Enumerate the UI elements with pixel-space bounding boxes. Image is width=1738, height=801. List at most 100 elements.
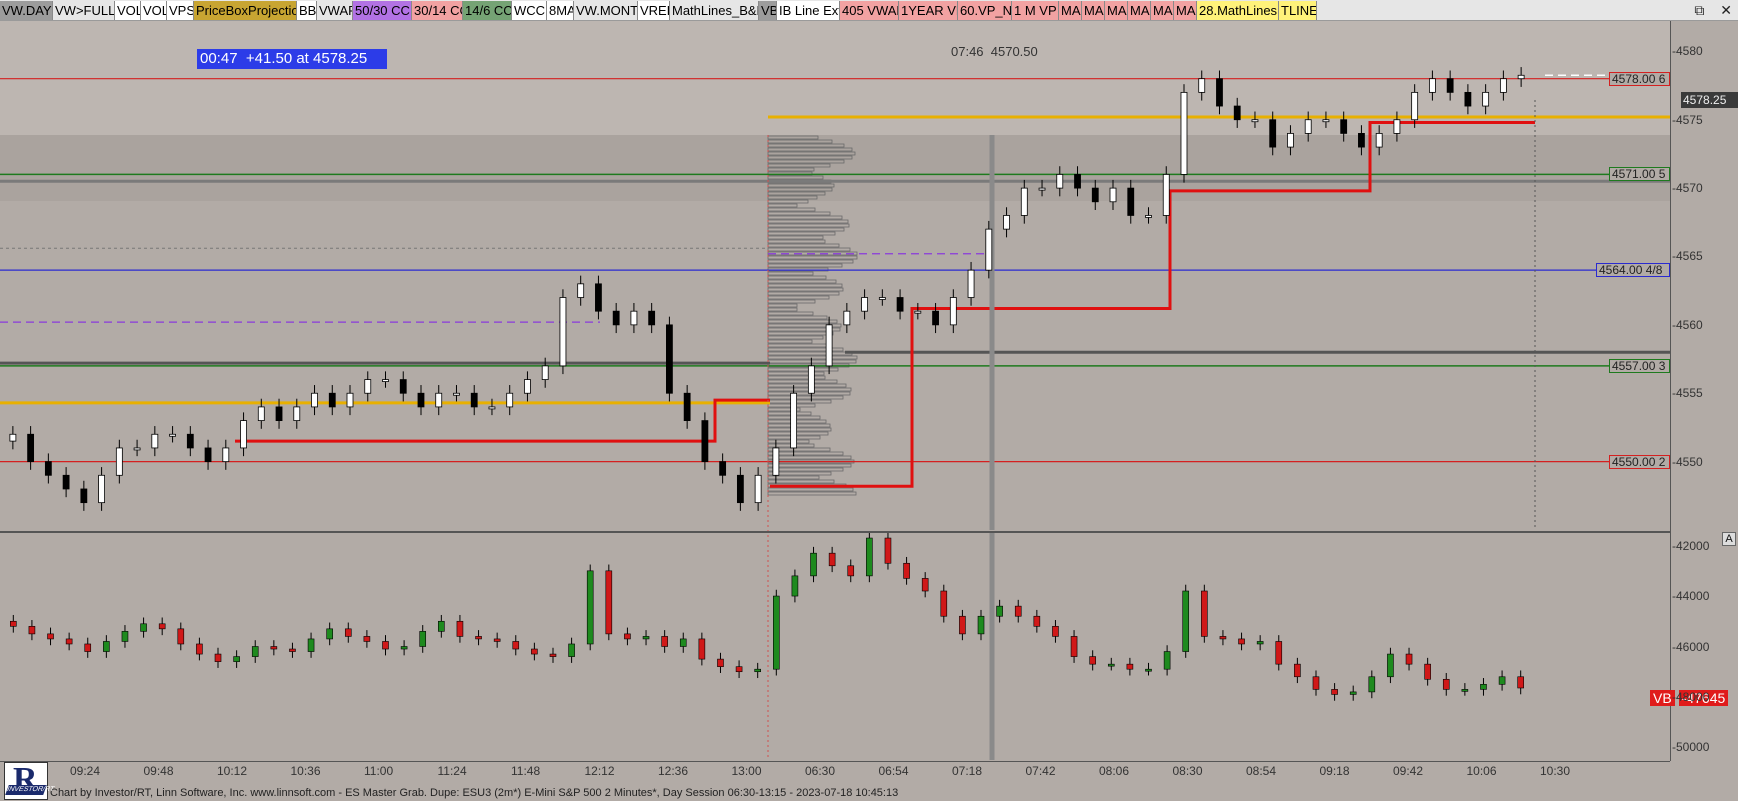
vb-candle [866,537,873,577]
price-candle [346,392,354,408]
vb-candle [456,620,464,637]
volume-profile-bar [767,427,832,432]
price-candle [949,297,957,326]
price-candle [1429,78,1436,93]
time-axis-tick: 11:48 [511,764,541,778]
toolbar-button-priceboxprojections[interactable]: PriceBoxProjections [194,1,297,20]
toolbar-button-mathlines-b-r-20[interactable]: MathLines_B&R_20 [670,1,759,20]
toolbar-button-vwap[interactable]: VWAP [317,1,353,20]
vb-candle [344,628,352,637]
price-candle [914,310,922,314]
volume-profile-bar [767,215,843,220]
toolbar-button-ma[interactable]: MA [1105,1,1128,20]
vb-candle [642,636,650,640]
volume-profile-bar [767,395,844,400]
toolbar-button-tline[interactable]: TLINE [1279,1,1317,20]
pane-divider[interactable] [0,531,1738,533]
price-candle [470,392,478,408]
toolbar-button-1year-vp[interactable]: 1YEAR VP [899,1,958,20]
vb-candle [698,638,706,660]
vb-candle [1442,678,1450,690]
time-axis-tick: 09:42 [1393,764,1424,778]
vb-candle [363,636,371,642]
toolbar-button-30-14-cci[interactable]: 30/14 CCI [412,1,463,20]
toolbar-button-vref[interactable]: VREF [638,1,670,20]
price-candle [115,447,123,476]
toolbar-button-ma[interactable]: MA [1082,1,1105,20]
toolbar-button-vol[interactable]: VOL [141,1,167,20]
vb-candle [1368,676,1376,693]
vb-candle [158,623,166,630]
price-candle [311,392,318,408]
volume-profile-bar [767,299,816,304]
toolbar-button-vw-full[interactable]: VW>FULL [53,1,115,20]
toolbar-button-ib-line-ext-[interactable]: IB Line Ext. [777,1,840,20]
toolbar-button-ma[interactable]: MA [1151,1,1174,20]
restore-icon[interactable]: ⧉ [1694,2,1704,18]
volume-profile-bar [767,411,812,416]
level-label: 4564.00 4/8 [1596,263,1670,278]
vb-candle [735,666,743,673]
toolbar-button-wcci[interactable]: WCCI [512,1,547,20]
time-axis-tick: 09:24 [70,764,101,778]
price-candle [985,228,993,271]
toolbar-button-28-mathlines[interactable]: 28.MathLines [1197,1,1279,20]
close-icon[interactable]: ✕ [1720,2,1732,18]
vb-candle [679,638,687,647]
price-axis-tick: -4550 [1672,454,1703,469]
toolbar-button-bb[interactable]: BB [297,1,317,20]
vb-candle [717,658,724,667]
vb-candle [307,638,315,652]
pane-label[interactable]: A [1722,532,1736,546]
toolbar-button-vw-month[interactable]: VW.MONTH [574,1,638,20]
level-label: 4550.00 2 [1609,454,1670,469]
volume-profile-bar [767,219,849,224]
price-candle [1233,105,1241,121]
vb-candle [1182,590,1190,652]
price-candle [364,379,372,394]
toolbar-button-vb[interactable]: VB [759,1,777,20]
vb-candle [884,537,892,564]
time-axis-tick: 11:00 [364,764,394,778]
lower-axis-tick: -44000 [1672,589,1710,604]
price-candle [44,461,52,476]
volume-profile-bar [767,227,845,232]
vb-candle [996,605,1003,617]
level-label: 4557.00 3 [1609,358,1670,373]
toolbar-button-50-30-cci[interactable]: 50/30 CCI [353,1,412,20]
vb-candle [921,578,929,592]
price-candle [435,392,443,408]
time-axis-tick: 12:36 [658,764,689,778]
toolbar-button-vps[interactable]: VPS [167,1,194,20]
vb-candle [1014,605,1022,617]
price-candle [754,474,762,504]
toolbar-button-8ma[interactable]: 8MA [547,1,574,20]
indicator-toolbar: VW.DAYVW>FULLVOLVOLVPSPriceBoxProjection… [0,0,1738,21]
toolbar-button-1-m-vp[interactable]: 1 M VP [1012,1,1059,20]
vb-candle [438,620,445,632]
volume-profile-bar [767,439,810,444]
price-candle [772,447,780,476]
volume-profile-bar [767,283,843,288]
vb-candle [251,646,259,657]
toolbar-button-ma[interactable]: MA [1059,1,1082,20]
price-candle [257,406,265,421]
price-axis-tick: -4570 [1672,181,1703,196]
toolbar-button-ma[interactable]: MA [1174,1,1197,20]
toolbar-button-ma[interactable]: MA [1128,1,1151,20]
toolbar-button-405-vwap[interactable]: 405 VWAP [840,1,899,20]
chart-canvas[interactable] [0,0,1738,801]
price-candle [861,297,868,312]
toolbar-button-vol[interactable]: VOL [115,1,141,20]
volume-profile-bar [767,423,831,428]
price-candle [80,488,88,504]
vb-candle [1163,651,1171,670]
time-axis-tick: 10:06 [1466,764,1497,778]
toolbar-button-60-vp-nq[interactable]: 60.VP_NQ [958,1,1012,20]
vb-candle [1052,626,1059,637]
time-axis-tick: 06:30 [805,764,836,778]
vb-candle [1070,636,1078,657]
toolbar-button-14-6-cci[interactable]: 14/6 CCI [463,1,512,20]
vb-candle [382,641,389,650]
toolbar-button-vw-day[interactable]: VW.DAY [0,1,53,20]
